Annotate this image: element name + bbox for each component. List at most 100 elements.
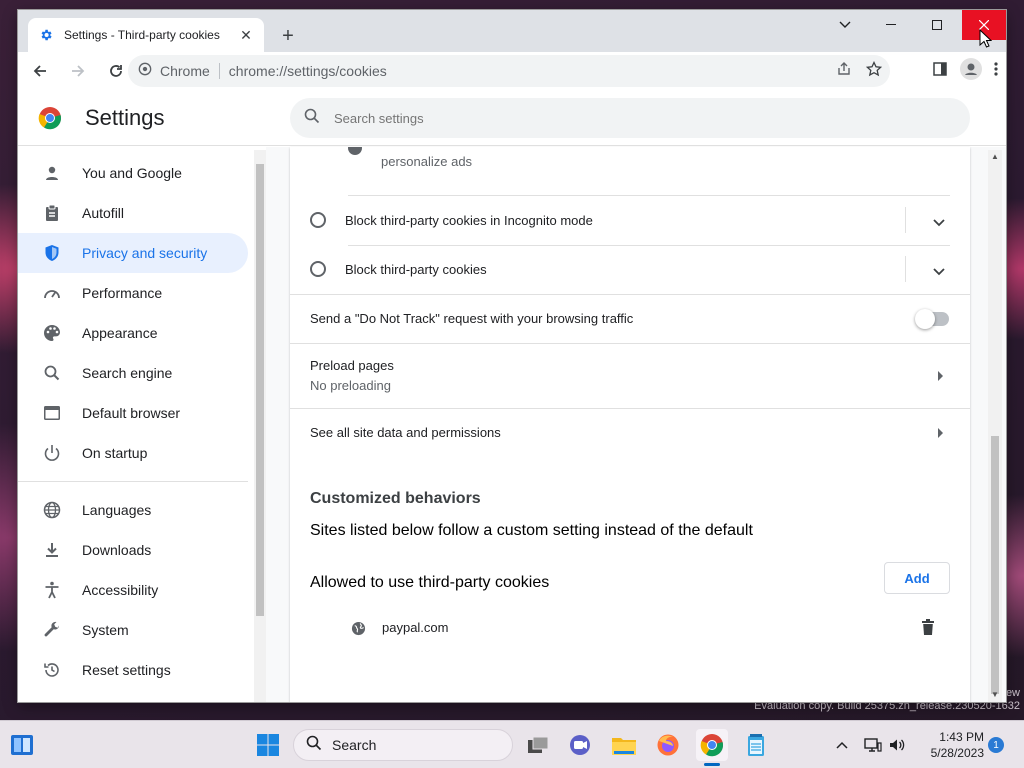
sidebar-item-label: Languages (82, 502, 152, 518)
sidebar-item-label: System (82, 622, 129, 638)
sidebar-item-label: Accessibility (82, 582, 159, 598)
sidebar-divider (18, 481, 248, 482)
preload-pages-row[interactable]: Preload pages No preloading (290, 344, 970, 408)
preload-pages-title: Preload pages (310, 358, 394, 373)
settings-search-box[interactable] (290, 98, 970, 138)
sidebar-scrollbar[interactable] (254, 150, 266, 702)
share-icon[interactable] (836, 61, 852, 82)
sidebar-item-label: Downloads (82, 542, 152, 558)
settings-search-input[interactable] (334, 110, 834, 126)
sidebar-scrollbar-thumb[interactable] (256, 164, 264, 616)
do-not-track-row[interactable]: Send a "Do Not Track" request with your … (290, 295, 970, 343)
tab-search-chevron-icon[interactable] (822, 10, 868, 40)
notepad-icon[interactable] (740, 729, 772, 761)
preload-pages-value: No preloading (310, 378, 391, 393)
sidebar-item-label: Autofill (82, 205, 125, 221)
toolbar-right-actions (932, 55, 998, 87)
url-text[interactable]: chrome://settings/cookies (229, 63, 387, 79)
tab-title: Settings - Third-party cookies (64, 28, 220, 42)
taskbar-search-label: Search (332, 737, 377, 753)
forward-button[interactable] (62, 55, 94, 87)
taskbar-clock[interactable]: 1:43 PM 5/28/2023 (914, 729, 984, 761)
sidebar-item-system[interactable]: System (18, 610, 248, 650)
settings-gear-icon (38, 27, 54, 43)
minimize-button[interactable] (868, 10, 914, 40)
main-scrollbar-thumb[interactable] (991, 436, 999, 694)
scroll-up-arrow-icon[interactable]: ▲ (991, 152, 999, 161)
block-third-party-radio[interactable] (310, 261, 326, 277)
mouse-cursor-icon (979, 28, 993, 54)
tab-close-icon[interactable]: ✕ (238, 27, 254, 43)
sidebar-item-on-startup[interactable]: On startup (18, 433, 248, 473)
settings-sidebar: You and Google Autofill Privacy and secu… (18, 147, 266, 702)
maximize-button[interactable] (914, 10, 960, 40)
vertical-separator (905, 256, 906, 282)
site-label: Chrome (160, 63, 210, 79)
site-data-label: See all site data and permissions (310, 425, 501, 440)
sidebar-item-you-and-google[interactable]: You and Google (18, 153, 248, 193)
sidebar-item-privacy-and-security[interactable]: Privacy and security (18, 233, 248, 273)
address-bar[interactable]: Chrome chrome://settings/cookies (128, 55, 890, 87)
file-explorer-icon[interactable] (608, 729, 640, 761)
globe-icon (42, 500, 62, 520)
list-item: paypal.com (290, 604, 970, 652)
start-button[interactable] (252, 729, 284, 761)
search-icon (42, 363, 62, 383)
tab-settings[interactable]: Settings - Third-party cookies ✕ (28, 18, 264, 52)
chrome-taskbar-icon[interactable] (696, 729, 728, 761)
site-data-row[interactable]: See all site data and permissions (290, 409, 970, 457)
clipboard-icon (42, 203, 62, 223)
arrow-right-icon (938, 428, 943, 438)
sidebar-item-label: Appearance (82, 325, 158, 341)
block-incognito-radio[interactable] (310, 212, 326, 228)
back-button[interactable] (24, 55, 56, 87)
expand-chevron-icon[interactable] (933, 214, 945, 232)
vertical-separator (905, 207, 906, 233)
browser-icon (42, 403, 62, 423)
new-tab-button[interactable]: + (276, 24, 300, 48)
expand-chevron-icon[interactable] (933, 263, 945, 281)
reset-icon (42, 660, 62, 680)
trash-icon[interactable] (922, 619, 934, 640)
notification-badge[interactable]: 1 (988, 737, 1004, 753)
cookies-settings-card: personalize ads Block third-party cookie… (290, 147, 970, 702)
sidebar-item-label: On startup (82, 445, 148, 461)
sidebar-item-downloads[interactable]: Downloads (18, 530, 248, 570)
active-app-indicator (704, 763, 720, 766)
bookmark-star-icon[interactable] (865, 60, 883, 82)
taskbar-search-box[interactable]: Search (293, 729, 513, 761)
teams-chat-icon[interactable] (564, 729, 596, 761)
main-scrollbar[interactable]: ▲ ▼ (988, 150, 1002, 702)
block-incognito-option[interactable]: Block third-party cookies in Incognito m… (290, 196, 970, 244)
sidebar-item-reset-settings[interactable]: Reset settings (18, 650, 248, 690)
chevron-up-icon[interactable] (832, 741, 852, 749)
sidebar-item-label: Search engine (82, 365, 173, 381)
power-icon (42, 443, 62, 463)
sidebar-item-accessibility[interactable]: Accessibility (18, 570, 248, 610)
menu-kebab-icon[interactable] (994, 61, 998, 82)
customized-behaviors-heading: Customized behaviors (310, 490, 481, 507)
block-third-party-option[interactable]: Block third-party cookies (290, 246, 970, 294)
sidebar-item-search-engine[interactable]: Search engine (18, 353, 248, 393)
task-view-icon[interactable] (522, 729, 554, 761)
sidebar-item-label: Performance (82, 285, 163, 301)
network-icon[interactable] (860, 737, 886, 753)
watermark-edge-text: ew (1005, 687, 1020, 699)
sidebar-item-languages[interactable]: Languages (18, 490, 248, 530)
add-site-button[interactable]: Add (884, 562, 950, 594)
scroll-down-arrow-icon[interactable]: ▼ (991, 690, 999, 699)
omnibox-separator (218, 63, 220, 79)
sidebar-item-default-browser[interactable]: Default browser (18, 393, 248, 433)
do-not-track-toggle[interactable] (915, 309, 949, 329)
side-panel-icon[interactable] (932, 61, 948, 82)
chrome-window: Settings - Third-party cookies ✕ + Chrom… (18, 10, 1006, 702)
profile-avatar-icon[interactable] (960, 57, 982, 85)
volume-icon[interactable] (886, 737, 908, 753)
sidebar-item-autofill[interactable]: Autofill (18, 193, 248, 233)
firefox-icon[interactable] (652, 729, 684, 761)
block-incognito-label: Block third-party cookies in Incognito m… (345, 213, 593, 228)
widgets-icon[interactable] (6, 729, 38, 761)
sidebar-item-appearance[interactable]: Appearance (18, 313, 248, 353)
search-icon (306, 735, 322, 756)
sidebar-item-performance[interactable]: Performance (18, 273, 248, 313)
